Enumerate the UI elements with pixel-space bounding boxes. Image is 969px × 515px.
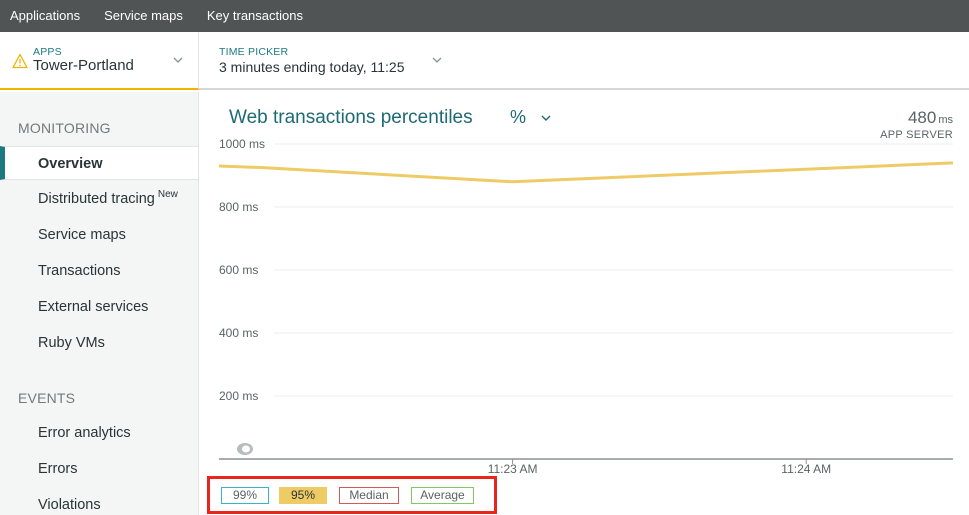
- time-picker-label: TIME PICKER: [219, 46, 289, 58]
- y-tick-label: 200 ms: [219, 389, 258, 403]
- sidebar-item-transactions[interactable]: Transactions: [0, 254, 198, 288]
- sidebar-item-label: Error analytics: [38, 425, 131, 441]
- metric-unit: ms: [938, 114, 953, 126]
- app-selector[interactable]: APPS Tower-Portland: [0, 32, 199, 90]
- sidebar-item-distributed-tracing[interactable]: Distributed tracing New: [0, 182, 198, 216]
- main-panel: Web transactions percentiles % 480 ms APP…: [200, 92, 969, 515]
- chart-title[interactable]: Web transactions percentiles: [229, 107, 473, 129]
- sidebar-item-label: External services: [38, 299, 149, 315]
- metric-value: 480: [907, 108, 937, 127]
- topnav-key-transactions[interactable]: Key transactions: [197, 0, 313, 32]
- sidebar-item-label: Distributed tracing: [38, 191, 155, 207]
- eye-icon[interactable]: [237, 443, 253, 455]
- legend-toggle-p95[interactable]: 95%: [279, 487, 327, 504]
- sidebar-item-ruby-vms[interactable]: Ruby VMs: [0, 326, 198, 360]
- legend-toggle-average[interactable]: Average: [411, 487, 474, 504]
- sidebar-item-label: Transactions: [38, 263, 121, 279]
- header-bar: APPS Tower-Portland TIME PICKER 3 minute…: [0, 32, 969, 90]
- section-title-events: EVENTS: [18, 390, 76, 406]
- sidebar-item-label: Ruby VMs: [38, 335, 105, 351]
- top-navigation: Applications Service maps Key transactions: [0, 0, 969, 32]
- topnav-applications[interactable]: Applications: [0, 0, 90, 32]
- new-badge: New: [157, 189, 178, 201]
- time-picker[interactable]: TIME PICKER 3 minutes ending today, 11:2…: [219, 32, 459, 90]
- percentile-chart[interactable]: 1000 ms 800 ms 600 ms 400 ms 200 ms 11:23 AM 1…: [200, 134, 969, 474]
- y-tick-label: 600 ms: [219, 263, 258, 277]
- sidebar-item-errors[interactable]: Errors: [0, 452, 198, 486]
- legend-toggle-median[interactable]: Median: [339, 487, 399, 504]
- legend-toggle-p99[interactable]: 99%: [221, 487, 269, 504]
- app-name: Tower-Portland: [33, 57, 134, 74]
- sidebar: MONITORING EVENTS Overview Distributed tr…: [0, 92, 199, 515]
- section-title-monitoring: MONITORING: [18, 120, 111, 136]
- chevron-down-icon[interactable]: [172, 54, 184, 66]
- chart-legend: 99% 95% Median Average: [207, 476, 497, 514]
- warning-icon: [12, 53, 28, 69]
- sidebar-item-external-services[interactable]: External services: [0, 290, 198, 324]
- series-line-p95: [218, 161, 954, 184]
- sidebar-item-service-maps[interactable]: Service maps: [0, 218, 198, 252]
- sidebar-item-label: Violations: [38, 497, 101, 513]
- sidebar-item-label: Service maps: [38, 227, 126, 243]
- sidebar-item-label: Overview: [38, 156, 103, 172]
- chevron-down-icon[interactable]: [540, 112, 552, 124]
- x-tick-label: 11:24 AM: [781, 462, 831, 474]
- sidebar-item-violations[interactable]: Violations: [0, 488, 198, 515]
- unit-toggle[interactable]: %: [510, 107, 526, 128]
- y-tick-label: 1000 ms: [219, 137, 265, 151]
- sidebar-item-error-analytics[interactable]: Error analytics: [0, 416, 198, 450]
- chevron-down-icon[interactable]: [431, 54, 443, 66]
- y-tick-label: 800 ms: [219, 200, 258, 214]
- sidebar-item-overview[interactable]: Overview: [0, 146, 198, 180]
- x-tick-label: 11:23 AM: [488, 462, 538, 474]
- time-picker-value: 3 minutes ending today, 11:25: [219, 59, 405, 75]
- y-tick-label: 400 ms: [219, 326, 258, 340]
- sidebar-item-label: Errors: [38, 461, 78, 477]
- topnav-service-maps[interactable]: Service maps: [94, 0, 193, 32]
